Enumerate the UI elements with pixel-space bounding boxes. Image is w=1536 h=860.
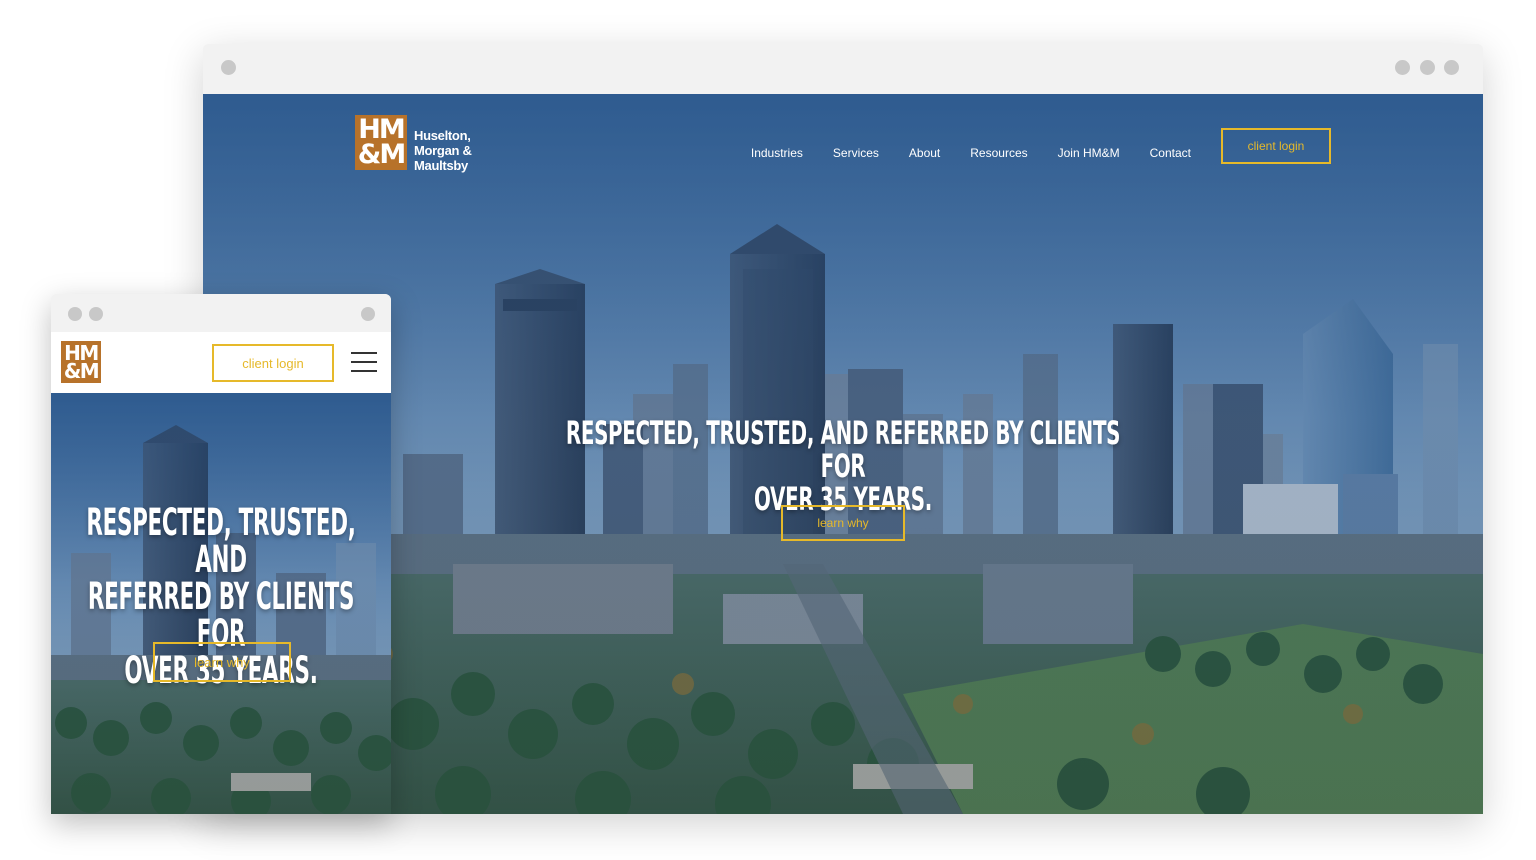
nav-item-services[interactable]: Services xyxy=(833,146,879,160)
window-dot-icon xyxy=(89,307,103,321)
window-dot-icon xyxy=(68,307,82,321)
desktop-browser-window: HM &M Huselton, Morgan & Maultsby Indust… xyxy=(203,44,1483,814)
nav-item-industries[interactable]: Industries xyxy=(751,146,803,160)
window-dot-icon xyxy=(361,307,375,321)
window-dot-icon xyxy=(221,60,236,75)
client-login-button[interactable]: client login xyxy=(1221,128,1331,164)
brand-name: Huselton, Morgan & Maultsby xyxy=(414,128,472,173)
desktop-page: HM &M Huselton, Morgan & Maultsby Indust… xyxy=(203,94,1483,814)
brand-logo[interactable]: HM &M xyxy=(355,115,407,170)
main-nav: Industries Services About Resources Join… xyxy=(751,146,1191,160)
hero-headline: RESPECTED, TRUSTED, AND REFERRED BY CLIE… xyxy=(564,417,1122,516)
hero-headline-line: REFERRED BY CLIENTS FOR xyxy=(87,575,355,655)
logo-monogram-bottom: &M xyxy=(63,359,100,383)
learn-why-button[interactable]: learn why xyxy=(781,505,905,541)
mobile-browser-window: HM &M client login RESPECTED, TRUSTED, A… xyxy=(51,294,391,814)
hamburger-icon[interactable] xyxy=(351,352,377,372)
mobile-client-login-button[interactable]: client login xyxy=(212,344,334,382)
brand-name-line: Morgan & xyxy=(414,143,472,158)
window-dot-icon xyxy=(1395,60,1410,75)
mobile-learn-why-button[interactable]: learn why xyxy=(153,642,291,682)
brand-name-line: Maultsby xyxy=(414,158,468,173)
desktop-browser-titlebar xyxy=(203,44,1483,94)
hero-headline-line: RESPECTED, TRUSTED, AND REFERRED BY CLIE… xyxy=(565,414,1121,485)
mobile-header: HM &M client login xyxy=(51,332,391,393)
hero-headline-line: RESPECTED, TRUSTED, AND xyxy=(86,501,356,581)
nav-item-resources[interactable]: Resources xyxy=(970,146,1027,160)
mobile-page: RESPECTED, TRUSTED, AND REFERRED BY CLIE… xyxy=(51,393,391,814)
nav-item-contact[interactable]: Contact xyxy=(1150,146,1191,160)
nav-item-about[interactable]: About xyxy=(909,146,940,160)
window-dot-icon xyxy=(1444,60,1459,75)
window-dot-icon xyxy=(1420,60,1435,75)
showcase-stage: HM &M Huselton, Morgan & Maultsby Indust… xyxy=(0,0,1536,860)
brand-name-line: Huselton, xyxy=(414,128,471,143)
mobile-brand-logo[interactable]: HM &M xyxy=(61,341,101,383)
logo-monogram-bottom: &M xyxy=(357,138,406,170)
nav-item-join[interactable]: Join HM&M xyxy=(1058,146,1120,160)
mobile-browser-titlebar xyxy=(51,294,391,332)
